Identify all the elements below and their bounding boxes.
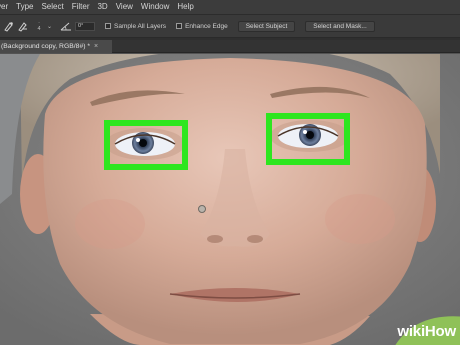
document-tab[interactable]: (Background copy, RGB/8#) * × [0, 40, 112, 53]
menu-window[interactable]: Window [137, 0, 173, 14]
add-to-selection-brush-icon[interactable] [2, 20, 14, 32]
sample-all-layers-label: Sample All Layers [114, 22, 167, 30]
menu-layer[interactable]: yer [0, 0, 12, 14]
menu-view[interactable]: View [112, 0, 137, 14]
menu-select[interactable]: Select [37, 0, 67, 14]
enhance-edge-label: Enhance Edge [185, 22, 228, 30]
chevron-down-icon[interactable]: ⌄ [47, 23, 52, 30]
right-eye-selection [266, 113, 350, 165]
portrait-photo [0, 54, 460, 345]
sample-all-layers-checkbox[interactable] [105, 23, 112, 29]
left-eye-selection [104, 120, 188, 170]
menu-type[interactable]: Type [12, 0, 37, 14]
options-bar: · 4 ⌄ 0° Sample All Layers Enhance Edge … [0, 14, 460, 38]
menu-filter[interactable]: Filter [68, 0, 94, 14]
menu-3d[interactable]: 3D [93, 0, 111, 14]
select-and-mask-button[interactable]: Select and Mask... [305, 20, 375, 32]
brush-size-value: 4 [37, 26, 41, 32]
sample-all-layers-option[interactable]: Sample All Layers [105, 23, 166, 30]
close-icon[interactable]: × [94, 43, 98, 50]
enhance-edge-option[interactable]: Enhance Edge [176, 23, 228, 30]
angle-input[interactable]: 0° [75, 21, 96, 31]
subtract-selection-brush-icon[interactable] [16, 20, 28, 32]
watermark-text: wikiHow [397, 323, 456, 340]
menu-bar: yer Type Select Filter 3D View Window He… [0, 0, 460, 14]
wikihow-watermark: wikiHow [370, 311, 460, 345]
document-tab-title: (Background copy, RGB/8#) * [1, 43, 91, 50]
angle-icon [60, 21, 72, 31]
enhance-edge-checkbox[interactable] [176, 23, 183, 29]
select-subject-button[interactable]: Select Subject [237, 20, 296, 32]
brush-size-picker[interactable]: · 4 [34, 20, 44, 32]
menu-help[interactable]: Help [173, 0, 197, 14]
document-tab-bar: (Background copy, RGB/8#) * × [0, 40, 460, 53]
document-canvas[interactable]: wikiHow [0, 54, 460, 345]
